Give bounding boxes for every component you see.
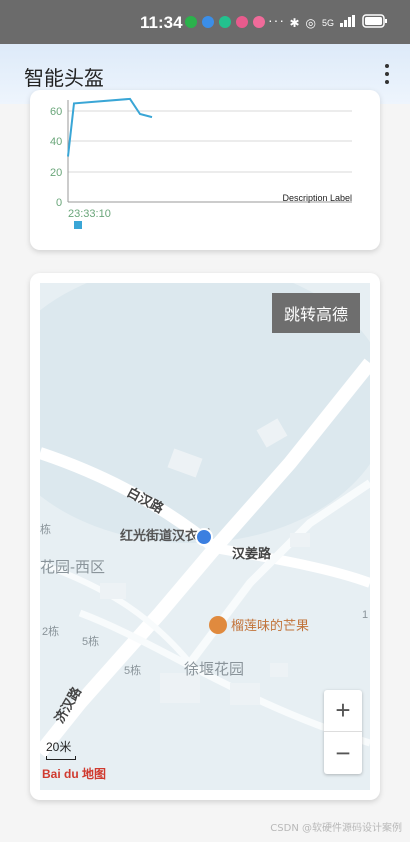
y-tick: 40 [50, 136, 62, 148]
x-tick: 23:33:10 [68, 208, 111, 220]
restaurant-icon[interactable] [209, 616, 227, 634]
more-notifications: ··· [268, 12, 285, 28]
network-type: 5G [321, 17, 334, 28]
area-label: 徐堰花园 [184, 661, 244, 678]
cloud-icon [202, 16, 214, 28]
map-scale: 20米 [46, 738, 76, 760]
building-label: 1 [362, 609, 368, 621]
building [230, 683, 260, 705]
hotspot-icon: ◎ [305, 15, 316, 30]
series-line [67, 97, 153, 157]
legend-swatch [74, 221, 82, 229]
zoom-in-button[interactable]: + [324, 690, 362, 732]
baidu-map-logo: Bai du 地图 [42, 767, 107, 781]
building [100, 583, 126, 599]
map-canvas: 白汉路 红光街道汉衣材 汉姜路 花园-西区 榴莲味的芒果 徐堰花园 栋 2栋 5… [40, 283, 370, 758]
wechat-icon [185, 16, 197, 28]
scale-bar [46, 756, 76, 760]
poi-label[interactable]: 榴莲味的芒果 [231, 618, 309, 633]
building-label: 2栋 [42, 624, 59, 638]
area-label: 花园-西区 [40, 559, 105, 576]
y-tick: 0 [56, 197, 62, 209]
y-tick: 60 [50, 106, 62, 118]
chart-card: 60 40 20 0 23:33:10 Description Label [30, 90, 380, 250]
y-tick: 20 [50, 167, 62, 179]
status-bar: 11:34 ··· ✱ ◎ 5G [0, 0, 410, 44]
system-icons: ✱ ◎ 5G [289, 14, 388, 31]
app-icon [236, 16, 248, 28]
zoom-out-button[interactable]: − [324, 732, 362, 774]
current-location-icon [195, 528, 213, 546]
line-chart: 60 40 20 0 23:33:10 Description Label [50, 97, 352, 229]
message-icon [253, 16, 265, 28]
scale-label: 20米 [46, 740, 72, 754]
zoom-control: + − [324, 690, 362, 774]
battery-icon [362, 14, 388, 31]
notification-icons [185, 16, 265, 28]
more-vert-icon[interactable] [384, 64, 390, 84]
road-label: 汉姜路 [232, 546, 272, 561]
building-label: 5栋 [82, 634, 99, 648]
bluetooth-icon: ✱ [289, 15, 300, 30]
signal-icon [340, 15, 356, 30]
jump-amap-button[interactable]: 跳转高德 [271, 293, 360, 333]
building [270, 663, 288, 677]
page-title: 智能头盔 [24, 66, 104, 90]
watermark: CSDN @软硬件源码设计案例 [270, 823, 402, 834]
status-time: 11:34 [140, 13, 183, 32]
map-card: 白汉路 红光街道汉衣材 汉姜路 花园-西区 榴莲味的芒果 徐堰花园 栋 2栋 5… [30, 273, 380, 800]
description-label: Description Label [282, 193, 352, 203]
building-label: 5栋 [124, 663, 141, 677]
map-view[interactable]: 白汉路 红光街道汉衣材 汉姜路 花园-西区 榴莲味的芒果 徐堰花园 栋 2栋 5… [40, 283, 370, 790]
building [290, 533, 310, 547]
building-label: 栋 [40, 522, 51, 536]
location-icon [219, 16, 231, 28]
